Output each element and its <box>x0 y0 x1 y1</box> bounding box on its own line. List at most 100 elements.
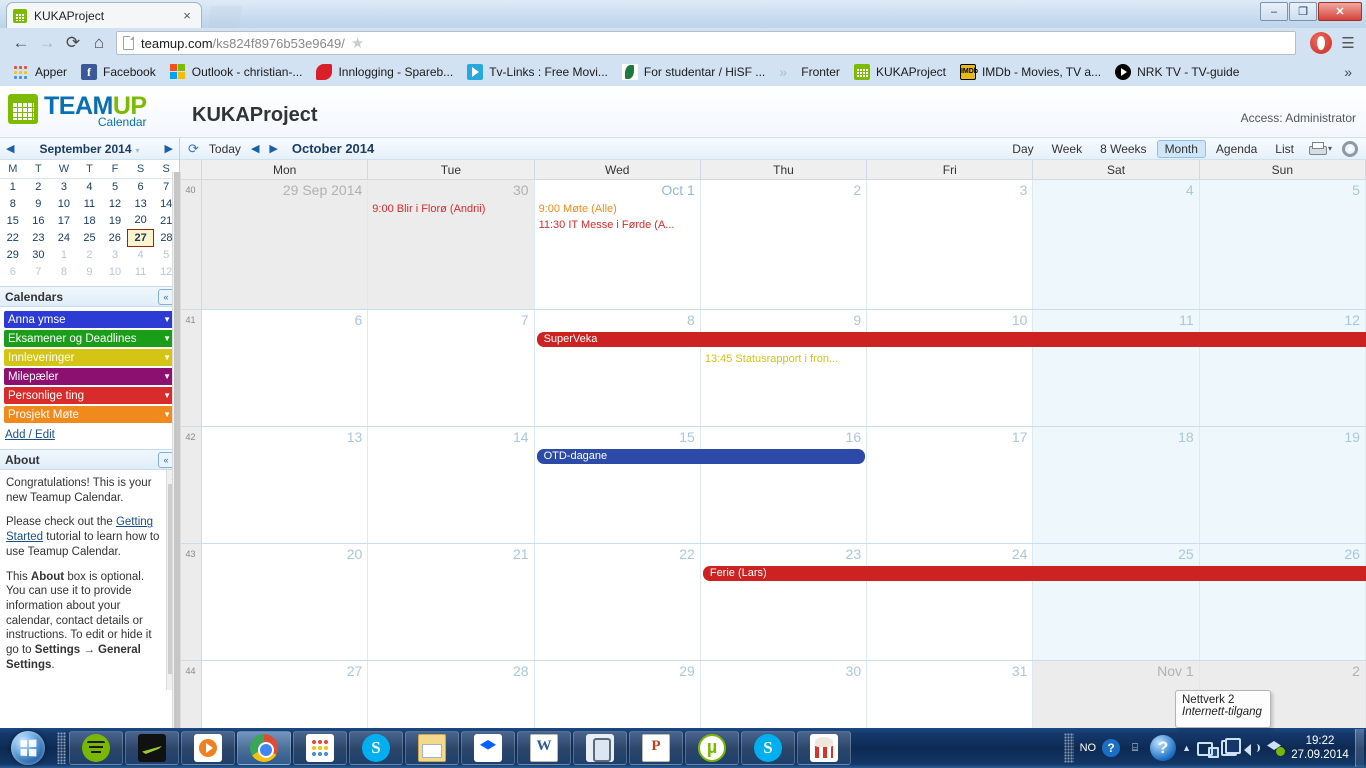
ime-icon[interactable]: ⌸ <box>1126 739 1144 757</box>
mini-day[interactable]: 22 <box>0 229 26 246</box>
taskbar-item-nike[interactable] <box>125 731 179 765</box>
extension-icon[interactable] <box>1310 32 1332 54</box>
mini-day[interactable]: 12 <box>102 195 128 212</box>
mini-day[interactable]: 8 <box>0 195 26 212</box>
calendar-event[interactable]: 9:00 Blir i Florø (Andrii) <box>372 202 529 217</box>
close-window-button[interactable]: ✕ <box>1318 2 1362 21</box>
day-cell[interactable]: 5 <box>1199 180 1366 309</box>
bookmarks-overflow-icon[interactable]: » <box>1344 64 1360 80</box>
day-cell[interactable]: 25 <box>1033 544 1200 660</box>
mini-day[interactable]: 13 <box>128 195 154 212</box>
help-icon[interactable]: ? <box>1150 735 1177 761</box>
calendar-event[interactable]: 9:00 Møte (Alle) <box>539 202 696 217</box>
chevron-down-icon[interactable]: ▼ <box>163 315 171 324</box>
day-cell[interactable]: 26 <box>1199 544 1366 660</box>
teamup-logo[interactable]: TEAMUP Calendar <box>8 94 147 128</box>
mini-day[interactable]: 5 <box>102 178 128 195</box>
day-cell[interactable]: 23 <box>701 544 868 660</box>
browser-tab[interactable]: KUKAProject × <box>6 2 202 28</box>
gear-icon[interactable] <box>1342 140 1358 157</box>
start-button[interactable] <box>2 729 54 767</box>
new-tab-button[interactable] <box>208 6 242 28</box>
tray-handle[interactable] <box>1063 733 1074 763</box>
day-cell[interactable]: 15 <box>535 427 701 543</box>
taskbar-item-utorrent[interactable] <box>685 731 739 765</box>
chevron-down-icon[interactable]: ▼ <box>163 372 171 381</box>
mini-day[interactable]: 25 <box>77 229 103 246</box>
calendar-list-item[interactable]: Eksamener og Deadlines ▼ <box>4 330 175 347</box>
taskbar-item-google-chrome[interactable] <box>237 731 291 765</box>
clock[interactable]: 19:22 27.09.2014 <box>1291 734 1349 763</box>
view-button-list[interactable]: List <box>1267 140 1302 158</box>
day-cell[interactable]: 17 <box>867 427 1034 543</box>
language-indicator[interactable]: NO <box>1080 742 1097 754</box>
mini-day[interactable]: 26 <box>102 229 128 246</box>
show-hidden-icons-icon[interactable]: ▲ <box>1182 743 1191 753</box>
mini-day[interactable]: 30 <box>26 246 52 263</box>
taskbar-item-skype-2[interactable]: S <box>741 731 795 765</box>
mini-day[interactable]: 17 <box>51 212 77 229</box>
chevron-down-icon[interactable]: ▼ <box>163 410 171 419</box>
bookmark-item[interactable]: f Facebook <box>74 61 163 83</box>
add-edit-link[interactable]: Add / Edit <box>0 429 55 441</box>
day-cell[interactable]: 29 <box>535 661 701 728</box>
bookmark-item[interactable]: Tv-Links : Free Movi... <box>460 61 615 83</box>
taskbar-item-file-explorer[interactable] <box>405 731 459 765</box>
taskbar-item-popcorn-time[interactable] <box>797 731 851 765</box>
mini-day[interactable]: 10 <box>102 263 128 280</box>
calendar-list-item[interactable]: Anna ymse ▼ <box>4 311 175 328</box>
taskbar-item-dropbox[interactable] <box>461 731 515 765</box>
close-tab-icon[interactable]: × <box>179 9 195 22</box>
bookmark-star-icon[interactable]: ★ <box>351 34 364 52</box>
calendar-list-item[interactable]: Personlige ting ▼ <box>4 387 175 404</box>
action-center-icon[interactable] <box>1221 738 1241 756</box>
day-cell[interactable]: 31 <box>867 661 1034 728</box>
mini-month-label[interactable]: September 2014 <box>39 142 131 156</box>
day-cell[interactable]: 30 9:00 Blir i Florø (Andrii) <box>368 180 535 309</box>
taskbar-handle[interactable] <box>57 732 66 764</box>
day-cell[interactable]: 20 <box>202 544 369 660</box>
taskbar-item-apps[interactable] <box>293 731 347 765</box>
browser-menu-icon[interactable]: ☰ <box>1338 34 1358 52</box>
day-cell[interactable]: 11 <box>1033 310 1200 426</box>
volume-icon[interactable] <box>1243 740 1261 756</box>
next-period-icon[interactable]: ▶ <box>269 142 277 155</box>
printer-icon[interactable] <box>1308 141 1327 156</box>
day-cell[interactable]: 24 <box>867 544 1034 660</box>
mini-day[interactable]: 16 <box>26 212 52 229</box>
view-button-agenda[interactable]: Agenda <box>1208 140 1265 158</box>
calendar-list-item[interactable]: Milepæler ▼ <box>4 368 175 385</box>
bookmark-item[interactable]: IMDb IMDb - Movies, TV a... <box>953 61 1108 83</box>
taskbar-item-cube-app[interactable] <box>573 731 627 765</box>
view-button-week[interactable]: Week <box>1044 140 1090 158</box>
day-cell[interactable]: 10 <box>867 310 1034 426</box>
maximize-button[interactable]: ❐ <box>1289 2 1317 21</box>
calendar-list-item[interactable]: Prosjekt Møte ▼ <box>4 406 175 423</box>
taskbar-item-vlc-player[interactable] <box>181 731 235 765</box>
address-bar[interactable]: teamup.com /ks824f8976b53e9649/ ★ <box>116 31 1296 55</box>
mini-day[interactable]: 7 <box>26 263 52 280</box>
chevron-down-icon[interactable]: ▾ <box>136 146 140 155</box>
day-cell[interactable]: 30 <box>701 661 868 728</box>
mini-prev-month-icon[interactable]: ◀ <box>6 142 14 155</box>
day-cell[interactable]: 16 <box>701 427 868 543</box>
day-cell[interactable]: 29 Sep 2014 <box>202 180 369 309</box>
mini-day[interactable]: 10 <box>51 195 77 212</box>
view-button-month[interactable]: Month <box>1156 139 1206 158</box>
day-cell[interactable]: 8 <box>535 310 701 426</box>
print-caret-icon[interactable]: ▾ <box>1328 144 1332 153</box>
forward-icon[interactable]: → <box>34 30 60 56</box>
bookmark-item[interactable]: KUKAProject <box>847 61 953 83</box>
day-cell[interactable]: 6 <box>202 310 369 426</box>
mini-day[interactable]: 23 <box>26 229 52 246</box>
day-cell[interactable]: 4 <box>1033 180 1200 309</box>
back-icon[interactable]: ← <box>8 30 34 56</box>
bookmark-item[interactable]: Apper <box>6 61 74 83</box>
mini-day[interactable]: 6 <box>128 178 154 195</box>
view-button-8-weeks[interactable]: 8 Weeks <box>1092 140 1154 158</box>
mini-day[interactable]: 11 <box>77 195 103 212</box>
calendar-list-item[interactable]: Innleveringer ▼ <box>4 349 175 366</box>
day-cell[interactable]: 21 <box>368 544 535 660</box>
mini-day[interactable]: 2 <box>77 246 103 263</box>
mini-day[interactable]: 8 <box>51 263 77 280</box>
